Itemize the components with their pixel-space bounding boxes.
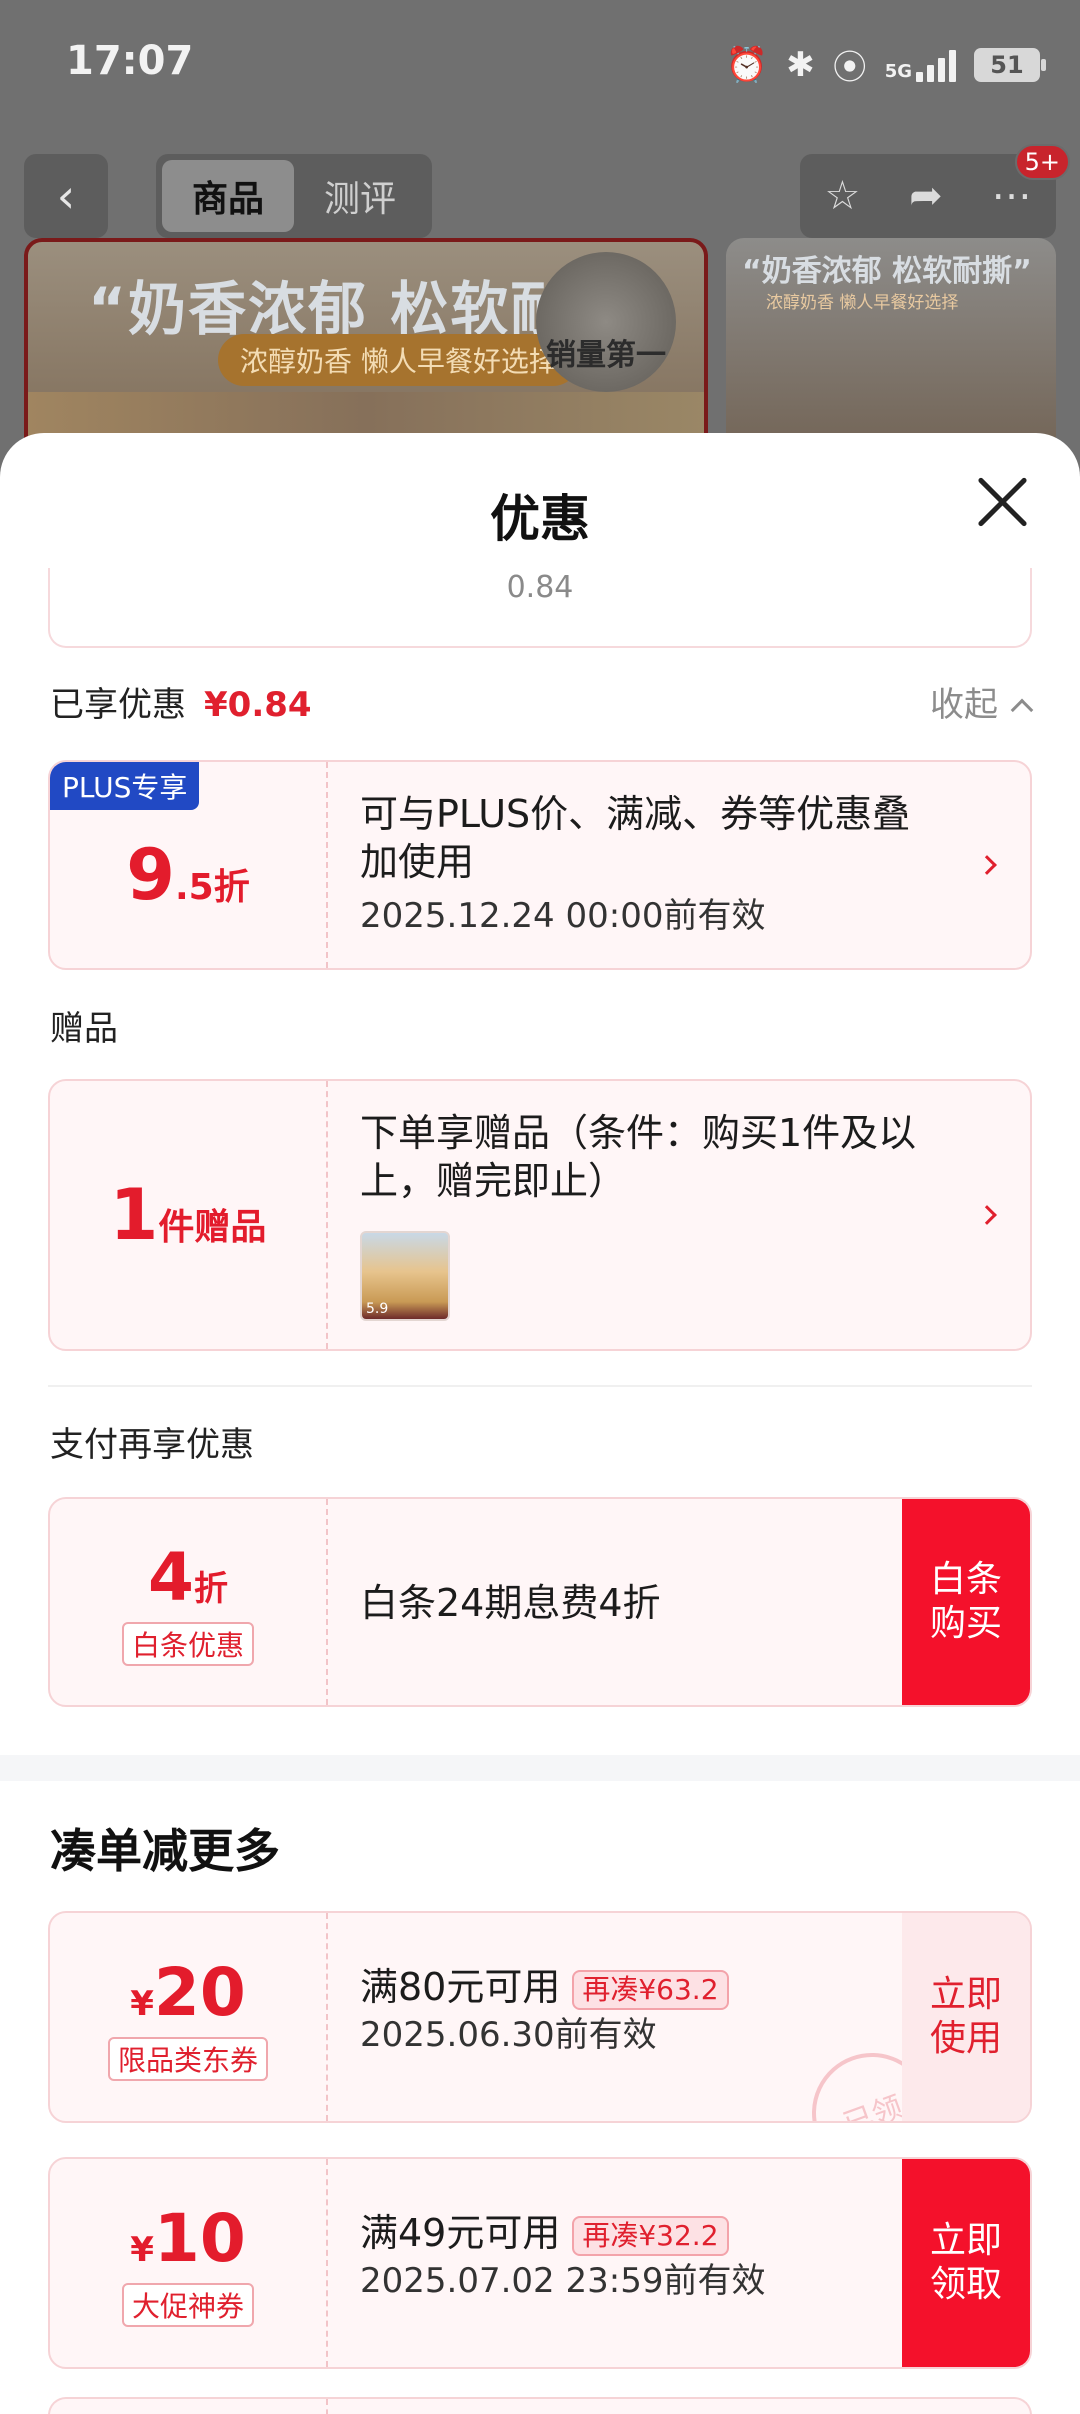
status-icons: ⏰ ✱ ⦿ 5G 51 [725,40,1046,89]
signal-icon: 5G [885,48,956,82]
baitiao-sub: 折 [193,1568,228,1609]
plus-discount: 9.5折 [50,762,326,968]
tab-review[interactable]: 测评 [294,160,426,232]
back-icon: ‹ [56,169,76,223]
enjoyed-amount: ¥0.84 [204,685,312,725]
more-deals-heading: 凑单减更多 [50,1824,280,1878]
close-icon[interactable] [970,469,1036,535]
banner-subline: 浓醇奶香 懒人早餐好选择 [218,334,579,386]
message-badge: 5+ [1014,144,1070,180]
sales-seal: 销量第一 [536,252,676,392]
coupon-type-tag: 限品类东券 [107,2036,268,2081]
coupon-value: 10 [153,2199,246,2277]
coupon-card-partial[interactable] [48,2397,1032,2414]
sheet-title: 优惠 [490,490,590,548]
gift-label: 赠品 [50,1009,118,1049]
currency-symbol: ¥ [130,2229,154,2270]
gift-description: 下单享赠品（条件：购买1件及以上，赠完即止） [360,1111,917,1203]
currency-symbol: ¥ [130,1983,154,2024]
use-now-button[interactable]: 立即使用 [902,1913,1030,2121]
baitiao-main: 4 [148,1538,194,1616]
claim-now-button[interactable]: 立即领取 [902,2159,1030,2367]
previous-card: 0.84 [48,568,1032,648]
alarm-icon: ⏰ [725,44,769,85]
gift-thumbnail[interactable]: 5.9 [360,1231,450,1321]
section-separator [0,1755,1080,1781]
coupon-condition: 满80元可用 [360,1965,561,2009]
gift-count: 1件赠品 [50,1081,326,1349]
enjoyed-discount-label: 已享优惠 ¥0.84 [50,685,312,725]
coupon-validity: 2025.06.30前有效 [360,2015,657,2055]
collapse-button[interactable]: 收起 [930,677,1034,726]
discount-sheet: 优惠 0.84 已享优惠 ¥0.84 收起 PLUS专享 9.5折 可与PLUS价… [0,433,1080,2414]
network-type: 5G [884,60,912,82]
battery-icon: 51 [974,47,1046,82]
baitiao-description: 白条24期息费4折 [360,1581,661,1625]
tab-product[interactable]: 商品 [162,160,294,232]
gift-count-sub: 件赠品 [158,1207,267,1248]
product-tabs: 商品 测评 [156,154,432,238]
share-icon[interactable]: ➦ [909,173,943,219]
bluetooth-icon: ✱ [786,44,815,85]
baitiao-discount: 4折 白条优惠 [50,1499,326,1705]
plus-validity: 2025.12.24 00:00前有效 [360,896,766,936]
pay-discount-label: 支付再享优惠 [50,1425,254,1465]
coupon-amount: ¥20 限品类东券 [50,1913,326,2121]
coupon-card[interactable]: ¥20 限品类东券 满80元可用 再凑¥63.2 2025.06.30前有效 已领… [48,1911,1032,2123]
previous-value: 0.84 [506,570,574,605]
coupon-validity: 2025.07.02 23:59前有效 [360,2261,766,2301]
divider [48,1385,1032,1387]
more-icon[interactable]: ⋯ [992,173,1032,219]
coupon-value: 20 [153,1953,246,2031]
plus-description: 可与PLUS价、满减、券等优惠叠加使用 [360,792,911,884]
back-button[interactable]: ‹ [24,154,108,238]
coupon-card[interactable]: ¥10 大促神券 满49元可用 再凑¥32.2 2025.07.02 23:59前… [48,2157,1032,2369]
gift-card[interactable]: 1件赠品 下单享赠品（条件：购买1件及以上，赠完即止） 5.9 [48,1079,1032,1351]
baitiao-card[interactable]: 4折 白条优惠 白条24期息费4折 白条购买 [48,1497,1032,1707]
discount-main: 9 [126,834,175,916]
coupon-amount: ¥10 大促神券 [50,2159,326,2367]
chevron-up-icon [1010,698,1034,722]
banner2-headline: “奶香浓郁 松软耐撕” [742,254,1032,289]
status-time: 17:07 [66,38,194,84]
location-icon: ⦿ [832,48,867,88]
product-tools: ☆ ➦ ⋯ 5+ [800,144,1070,238]
star-icon[interactable]: ☆ [824,173,860,219]
coupon-condition: 满49元可用 [360,2211,561,2255]
status-bar: 17:07 ⏰ ✱ ⦿ 5G 51 [0,0,1080,120]
need-more-badge: 再凑¥63.2 [572,1969,729,2010]
baitiao-buy-button[interactable]: 白条购买 [902,1499,1030,1705]
coupon-type-tag: 大促神券 [121,2282,254,2327]
gift-count-main: 1 [109,1174,159,1256]
baitiao-tag: 白条优惠 [121,1621,254,1666]
need-more-badge: 再凑¥32.2 [572,2215,729,2256]
plus-coupon-card[interactable]: PLUS专享 9.5折 可与PLUS价、满减、券等优惠叠加使用 2025.12.… [48,760,1032,970]
product-nav-bar: ‹ 商品 测评 ☆ ➦ ⋯ 5+ [24,144,1070,238]
battery-level: 51 [990,50,1024,79]
discount-sub: .5折 [174,867,250,908]
gift-thumb-caption: 5.9 [366,1301,389,1317]
banner2-subline: 浓醇奶香 懒人早餐好选择 [766,293,959,313]
product-page-background: 17:07 ⏰ ✱ ⦿ 5G 51 ‹ 商品 测评 ☆ ➦ ⋯ 5+ “奶香浓郁… [0,0,1080,478]
